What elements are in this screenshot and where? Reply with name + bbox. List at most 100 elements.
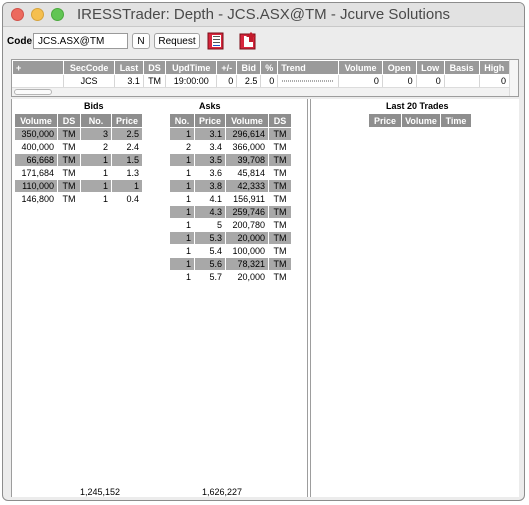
- quote-panel: + SecCode Last DS UpdTime +/- Bid % Tren…: [11, 59, 519, 97]
- column-header[interactable]: UpdTime: [165, 60, 218, 75]
- table-cell: 1: [80, 192, 112, 206]
- ask-row[interactable]: 1 4.3 259,746 TM: [169, 205, 292, 219]
- bids-header-row: Volume DS No. Price: [14, 113, 143, 128]
- table-cell: 20,000: [225, 270, 269, 284]
- column-header[interactable]: Bid: [236, 60, 262, 75]
- table-cell: 366,000: [225, 140, 269, 154]
- table-cell: 1.5: [111, 153, 143, 167]
- table-cell: 1: [169, 231, 195, 245]
- request-button[interactable]: Request: [154, 33, 200, 49]
- column-header[interactable]: Volume: [225, 113, 269, 128]
- ask-row[interactable]: 1 3.8 42,333 TM: [169, 179, 292, 193]
- scroll-thumb[interactable]: [14, 89, 52, 95]
- table-cell: 3.5: [194, 153, 226, 167]
- column-header[interactable]: No.: [169, 113, 195, 128]
- table-cell: 171,684: [14, 166, 58, 180]
- asks-header-row: No. Price Volume DS: [169, 113, 292, 128]
- asks-total-volume: 1,626,227: [202, 487, 243, 497]
- n-button[interactable]: N: [132, 33, 150, 49]
- column-header[interactable]: DS: [142, 60, 167, 75]
- column-header[interactable]: Volume: [14, 113, 58, 128]
- table-cell: 350,000: [14, 127, 58, 141]
- bid-row[interactable]: 66,668 TM 1 1.5: [14, 153, 143, 167]
- table-cell: 1: [169, 244, 195, 258]
- ask-row[interactable]: 1 5.7 20,000 TM: [169, 270, 292, 284]
- quote-cell: 19:00:00: [165, 74, 218, 87]
- table-cell: 45,814: [225, 166, 269, 180]
- book-refresh-icon[interactable]: [237, 31, 259, 51]
- column-header[interactable]: DS: [268, 113, 292, 128]
- ask-row[interactable]: 1 5.4 100,000 TM: [169, 244, 292, 258]
- table-cell: 1.3: [111, 166, 143, 180]
- quote-cell: 0: [382, 74, 417, 87]
- column-header[interactable]: Last: [114, 60, 144, 75]
- table-cell: 0.4: [111, 192, 143, 206]
- table-cell: 1: [169, 166, 195, 180]
- code-input[interactable]: [33, 33, 128, 49]
- table-cell: 1: [169, 192, 195, 206]
- column-header[interactable]: High: [478, 60, 511, 75]
- ask-row[interactable]: 1 5 200,780 TM: [169, 218, 292, 232]
- trades-header-row: Price Volume Time: [368, 113, 472, 128]
- table-cell: TM: [268, 270, 292, 284]
- column-header[interactable]: Low: [415, 60, 445, 75]
- quote-row[interactable]: JCS 3.1 TM 19:00:00 0 2.5 0 0 0 0 0: [12, 74, 511, 87]
- book-depth-icon[interactable]: [205, 31, 227, 51]
- table-cell: TM: [268, 179, 292, 193]
- quote-header-row: + SecCode Last DS UpdTime +/- Bid % Tren…: [12, 60, 511, 75]
- column-header[interactable]: Time: [440, 113, 472, 128]
- column-header[interactable]: Volume: [338, 60, 383, 75]
- table-cell: TM: [268, 192, 292, 206]
- table-cell: 100,000: [225, 244, 269, 258]
- bid-row[interactable]: 171,684 TM 1 1.3: [14, 166, 143, 180]
- column-header[interactable]: Price: [111, 113, 143, 128]
- table-cell: 3.4: [194, 140, 226, 154]
- column-header[interactable]: SecCode: [62, 60, 116, 75]
- column-header[interactable]: Basis: [443, 60, 480, 75]
- table-cell: 2.4: [111, 140, 143, 154]
- column-header[interactable]: Trend: [277, 60, 340, 75]
- bid-row[interactable]: 110,000 TM 1 1: [14, 179, 143, 193]
- table-cell: 39,708: [225, 153, 269, 167]
- column-header[interactable]: +: [12, 60, 64, 75]
- column-header[interactable]: Price: [194, 113, 226, 128]
- ask-row[interactable]: 2 3.4 366,000 TM: [169, 140, 292, 154]
- table-cell: 5: [194, 218, 226, 232]
- title-bar[interactable]: IRESSTrader: Depth - JCS.ASX@TM - Jcurve…: [3, 3, 524, 27]
- column-header[interactable]: Price: [368, 113, 402, 128]
- column-header[interactable]: +/-: [216, 60, 238, 75]
- table-cell: 1: [169, 218, 195, 232]
- table-cell: 1: [169, 205, 195, 219]
- asks-table: No. Price Volume DS 1 3.1 296,614 TM 2 3.4 366…: [169, 113, 292, 284]
- horizontal-scrollbar[interactable]: [12, 87, 510, 96]
- quote-cell: 2.5: [236, 74, 262, 87]
- table-cell: 1: [169, 270, 195, 284]
- table-cell: 259,746: [225, 205, 269, 219]
- column-header[interactable]: Volume: [401, 113, 441, 128]
- table-cell: 5.4: [194, 244, 226, 258]
- quote-table: + SecCode Last DS UpdTime +/- Bid % Tren…: [12, 60, 511, 87]
- table-cell: 146,800: [14, 192, 58, 206]
- ask-row[interactable]: 1 3.5 39,708 TM: [169, 153, 292, 167]
- ask-row[interactable]: 1 5.6 78,321 TM: [169, 257, 292, 271]
- column-header[interactable]: DS: [57, 113, 81, 128]
- quote-cell: TM: [143, 74, 167, 87]
- ask-row[interactable]: 1 3.1 296,614 TM: [169, 127, 292, 141]
- table-cell: 1: [80, 153, 112, 167]
- ask-row[interactable]: 1 5.3 20,000 TM: [169, 231, 292, 245]
- bid-row[interactable]: 350,000 TM 3 2.5: [14, 127, 143, 141]
- ask-row[interactable]: 1 4.1 156,911 TM: [169, 192, 292, 206]
- bid-row[interactable]: 400,000 TM 2 2.4: [14, 140, 143, 154]
- column-header[interactable]: Open: [381, 60, 417, 75]
- ask-row[interactable]: 1 3.6 45,814 TM: [169, 166, 292, 180]
- bid-row[interactable]: 146,800 TM 1 0.4: [14, 192, 143, 206]
- table-cell: 66,668: [14, 153, 58, 167]
- table-cell: 78,321: [225, 257, 269, 271]
- column-header[interactable]: No.: [80, 113, 112, 128]
- column-header[interactable]: %: [260, 60, 279, 75]
- table-cell: 3: [80, 127, 112, 141]
- table-cell: 156,911: [225, 192, 269, 206]
- table-cell: 1: [80, 179, 112, 193]
- vertical-scrollbar[interactable]: [509, 60, 518, 96]
- table-cell: TM: [268, 166, 292, 180]
